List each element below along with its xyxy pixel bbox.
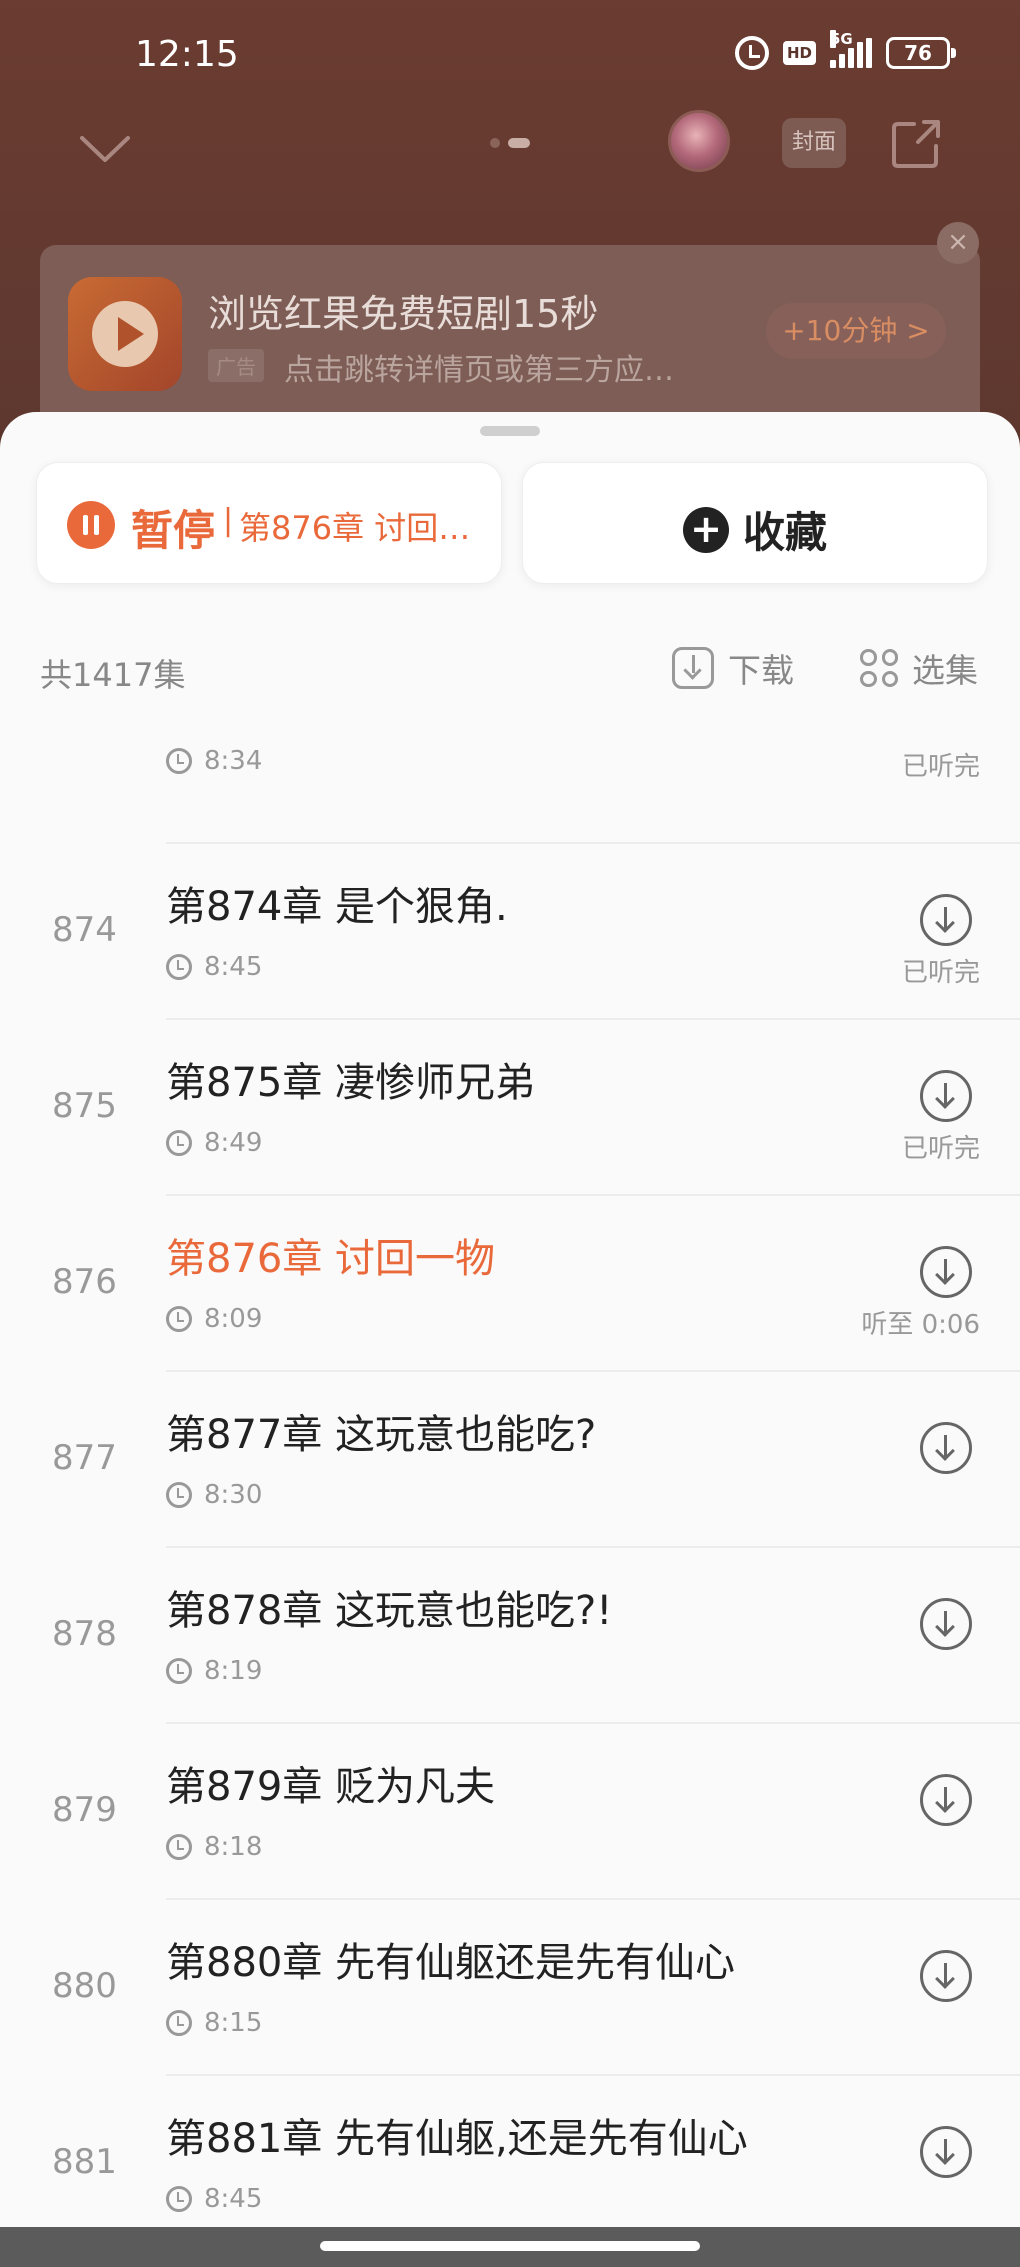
ad-banner[interactable]: 浏览红果免费短剧15秒 广告 点击跳转详情页或第三方应… +10分钟 > [40,245,980,435]
network-type: 5G [830,30,853,48]
select-label: 选集 [912,651,978,690]
clock-icon [166,1130,192,1156]
list-item[interactable]: 8:34 已听完 [0,712,1020,844]
episode-duration: 8:49 [204,1128,263,1158]
list-item[interactable]: 875 第875章 凄惨师兄弟 8:49 已听完 [0,1020,1020,1196]
grid-icon [860,649,898,687]
list-item[interactable]: 881 第881章 先有仙躯,还是先有仙心 8:45 [0,2076,1020,2252]
list-item[interactable]: 880 第880章 先有仙躯还是先有仙心 8:15 [0,1900,1020,2076]
episode-title: 第876章 讨回一物 [166,1236,496,1282]
episode-duration: 8:15 [204,2008,263,2038]
clock-icon [166,954,192,980]
clock-icon [166,1306,192,1332]
episode-duration: 8:34 [204,746,263,776]
list-item[interactable]: 874 第874章 是个狠角. 8:45 已听完 [0,844,1020,1020]
status-bar: 12:15 HD 5G 76 [0,0,1020,110]
ad-reward-button[interactable]: +10分钟 > [766,303,946,359]
list-item[interactable]: 879 第879章 贬为凡夫 8:18 [0,1724,1020,1900]
download-button[interactable]: 下载 [672,644,794,692]
episode-title: 第877章 这玩意也能吃? [166,1412,597,1458]
clock-icon [166,1834,192,1860]
episode-number: 878 [52,1614,117,1654]
chevron-down-icon[interactable] [78,128,132,168]
download-icon[interactable] [920,1774,972,1826]
favorite-label: 收藏 [743,508,828,557]
list-header: 共1417集 下载 选集 [0,636,1020,706]
page-indicator [490,138,530,148]
episode-duration: 8:45 [204,952,263,982]
close-icon[interactable]: × [937,222,979,264]
download-icon[interactable] [920,894,972,946]
video-app-icon [68,277,182,391]
episode-title: 第874章 是个狠角. [166,884,508,930]
episode-duration: 8:45 [204,2184,263,2214]
download-icon[interactable] [920,1070,972,1122]
episode-list: 8:34 已听完 874 第874章 是个狠角. 8:45 已听完 875 第8… [0,712,1020,2252]
clock-icon [166,1658,192,1684]
pause-button[interactable]: 暂停 | 第876章 讨回… [36,462,502,584]
download-icon[interactable] [920,2126,972,2178]
episode-number: 881 [52,2142,117,2182]
episode-status: 已听完 [901,1134,980,1164]
episode-title: 第875章 凄惨师兄弟 [166,1060,536,1106]
drag-handle[interactable] [480,426,540,436]
share-icon[interactable] [888,116,944,172]
list-item[interactable]: 877 第877章 这玩意也能吃? 8:30 [0,1372,1020,1548]
clock-icon [166,2186,192,2212]
list-item[interactable]: 878 第878章 这玩意也能吃?! 8:19 [0,1548,1020,1724]
ad-tag: 广告 [208,349,264,382]
episode-count: 共1417集 [40,656,186,694]
episode-title: 第880章 先有仙躯还是先有仙心 [166,1940,736,1986]
download-icon[interactable] [920,1422,972,1474]
episode-number: 875 [52,1086,117,1126]
episode-title: 第881章 先有仙躯,还是先有仙心 [166,2116,748,2162]
system-nav-bar [0,2227,1020,2267]
download-icon[interactable] [920,1246,972,1298]
home-indicator[interactable] [320,2241,700,2251]
episode-duration: 8:19 [204,1656,263,1686]
clock-icon [166,2010,192,2036]
ad-description: 点击跳转详情页或第三方应… [284,353,674,388]
status-time: 12:15 [135,34,239,75]
episode-status: 听至 0:06 [861,1310,980,1340]
pause-icon [67,501,115,549]
list-item-current[interactable]: 876 第876章 讨回一物 8:09 听至 0:06 [0,1196,1020,1372]
episode-sheet: 暂停 | 第876章 讨回… + 收藏 共1417集 下载 选集 8:34 已听… [0,412,1020,2252]
ad-title: 浏览红果免费短剧15秒 [208,292,599,336]
episode-title: 第879章 贬为凡夫 [166,1764,496,1810]
hd-icon: HD [782,41,816,65]
download-icon[interactable] [920,1950,972,2002]
episode-title: 第878章 这玩意也能吃?! [166,1588,613,1634]
episode-number: 874 [52,910,117,950]
current-chapter: 第876章 讨回… [239,509,471,547]
episode-number: 877 [52,1438,117,1478]
pause-label: 暂停 [131,506,216,555]
clock-icon [166,748,192,774]
plus-icon: + [683,506,729,553]
episode-duration: 8:30 [204,1480,263,1510]
episode-status: 已听完 [901,752,980,782]
select-episodes-button[interactable]: 选集 [860,644,978,692]
episode-duration: 8:18 [204,1832,263,1862]
status-icons: HD 5G 76 [734,30,956,70]
player-top-nav: 封面 [0,110,1020,210]
avatar[interactable] [668,110,730,172]
battery-icon: 76 [886,37,956,69]
episode-number: 879 [52,1790,117,1830]
episode-duration: 8:09 [204,1304,263,1334]
download-icon[interactable] [920,1598,972,1650]
episode-status: 已听完 [901,958,980,988]
alarm-icon [734,36,769,70]
cover-button[interactable]: 封面 [782,118,846,168]
signal-icon: 5G [830,30,872,68]
download-label: 下载 [728,651,794,690]
episode-number: 876 [52,1262,117,1302]
download-icon [672,647,714,689]
episode-number: 880 [52,1966,117,2006]
pause-separator: | [223,503,234,538]
favorite-button[interactable]: + 收藏 [522,462,988,584]
clock-icon [166,1482,192,1508]
